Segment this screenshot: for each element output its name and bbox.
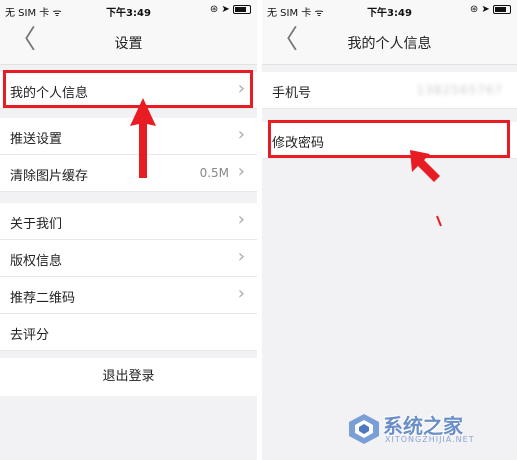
chevron-right-icon: › — [237, 161, 245, 182]
nav-bar: 〈 我的个人信息 — [262, 20, 517, 65]
red-arrow-icon — [410, 150, 440, 182]
red-mark — [436, 215, 442, 227]
status-bar: 无 SIM 卡 ᯤ 下午3:49 ⊛ ➤ — [0, 0, 257, 20]
settings-item-label: 去评分 — [10, 328, 50, 343]
nav-bar: 〈 设置 — [0, 20, 257, 65]
watermark-url: XITONGZHIJIA.NET — [385, 435, 475, 444]
personal-info-screen: 无 SIM 卡 ᯤ 下午3:49 ⊛ ➤ 〈 我的个人信息 手机号 138256… — [262, 0, 517, 460]
highlight-box — [268, 120, 510, 158]
watermark-logo-icon — [349, 414, 379, 444]
rotation-lock-icon: ⊛ — [469, 4, 479, 15]
chevron-right-icon: › — [237, 124, 245, 145]
settings-item-copyright[interactable]: 版权信息 › — [0, 240, 257, 277]
settings-screen: 无 SIM 卡 ᯤ 下午3:49 ⊛ ➤ 〈 设置 我的个人信息 › 推送设置 … — [0, 0, 257, 460]
location-icon: ➤ — [221, 4, 230, 15]
cache-size: 0.5M — [199, 166, 229, 180]
status-icons: ⊛ ➤ — [470, 4, 511, 15]
chevron-right-icon: › — [237, 283, 245, 304]
battery-icon — [233, 4, 251, 14]
settings-item-label: 推送设置 — [10, 132, 63, 147]
location-icon: ➤ — [481, 4, 490, 15]
page-title: 设置 — [114, 36, 143, 52]
page-title: 我的个人信息 — [347, 36, 432, 52]
phone-number-row: 手机号 1382565767 — [262, 72, 517, 109]
battery-icon — [493, 4, 511, 14]
settings-item-label: 清除图片缓存 — [10, 169, 89, 184]
chevron-right-icon: › — [237, 246, 245, 267]
watermark: 系统之家 XITONGZHIJIA.NET — [347, 408, 507, 452]
red-arrow-icon — [130, 98, 156, 178]
settings-item-label: 版权信息 — [10, 254, 63, 269]
phone-number-label: 手机号 — [272, 86, 312, 101]
rotation-lock-icon: ⊛ — [209, 4, 219, 15]
status-icons: ⊛ ➤ — [210, 4, 251, 15]
settings-item-qrcode[interactable]: 推荐二维码 › — [0, 277, 257, 314]
status-bar: 无 SIM 卡 ᯤ 下午3:49 ⊛ ➤ — [262, 0, 517, 20]
settings-item-label: 推荐二维码 — [10, 291, 76, 306]
settings-item-label: 关于我们 — [10, 217, 63, 232]
phone-number-value: 1382565767 — [416, 83, 503, 97]
logout-button[interactable]: 退出登录 — [0, 358, 257, 396]
settings-item-rate[interactable]: 去评分 — [0, 314, 257, 351]
settings-item-about[interactable]: 关于我们 › — [0, 203, 257, 240]
chevron-right-icon: › — [237, 209, 245, 230]
